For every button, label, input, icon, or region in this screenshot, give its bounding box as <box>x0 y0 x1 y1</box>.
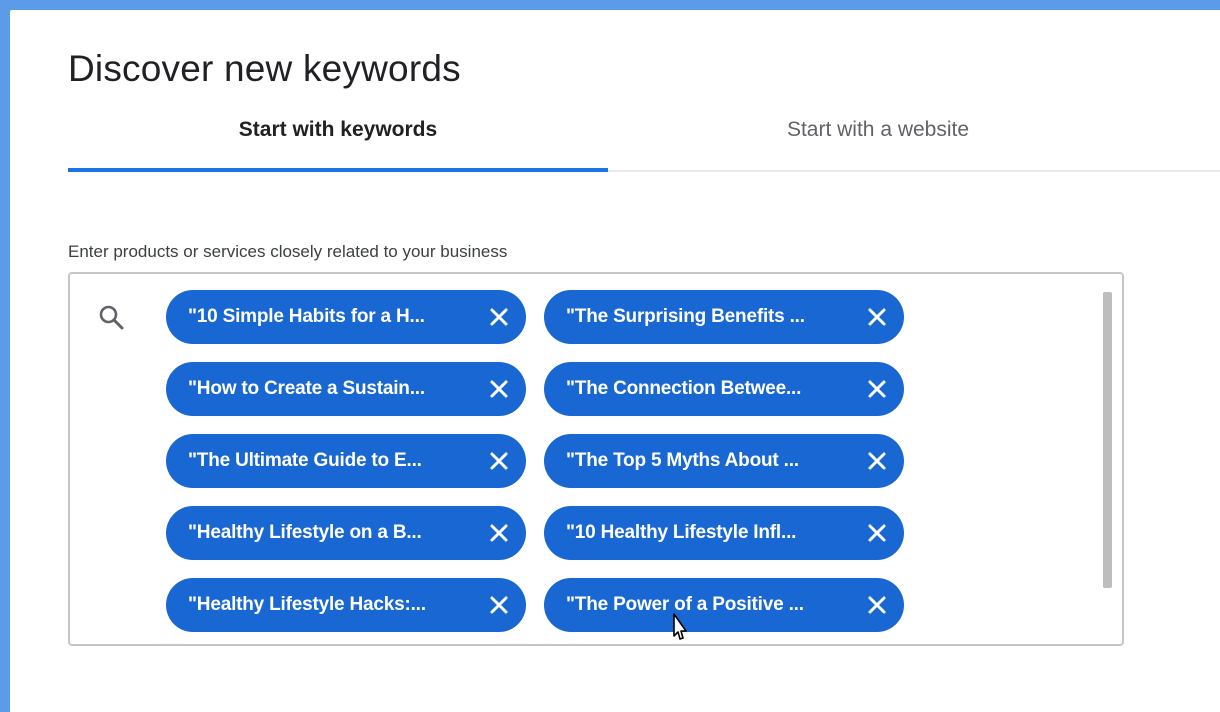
keyword-chip-label: "Healthy Lifestyle Hacks:... <box>188 594 426 615</box>
keyword-chip[interactable]: "Healthy Lifestyle Hacks:... <box>166 578 526 632</box>
search-icon <box>99 305 124 330</box>
page-title: Discover new keywords <box>68 48 461 89</box>
close-icon[interactable] <box>484 302 514 332</box>
keyword-chip-label: "The Surprising Benefits ... <box>566 306 805 327</box>
scrollbar-thumb[interactable] <box>1103 292 1112 588</box>
keyword-chip-list: "10 Simple Habits for a H... "The Surpri… <box>166 290 904 632</box>
keyword-chip-label: "10 Healthy Lifestyle Infl... <box>566 522 797 543</box>
keyword-chip[interactable]: "10 Healthy Lifestyle Infl... <box>544 506 904 560</box>
keyword-chip[interactable]: "The Surprising Benefits ... <box>544 290 904 344</box>
keyword-chip-label: "The Top 5 Myths About ... <box>566 450 799 471</box>
close-icon[interactable] <box>862 590 892 620</box>
keyword-chip[interactable]: "How to Create a Sustain... <box>166 362 526 416</box>
close-icon[interactable] <box>862 518 892 548</box>
keyword-chip-label: "Healthy Lifestyle on a B... <box>188 522 422 543</box>
keyword-chip-label: "The Connection Betwee... <box>566 378 802 399</box>
close-icon[interactable] <box>484 518 514 548</box>
close-icon[interactable] <box>862 302 892 332</box>
close-icon[interactable] <box>484 590 514 620</box>
keywords-input[interactable]: "10 Simple Habits for a H... "The Surpri… <box>68 272 1124 646</box>
keyword-chip-label: "How to Create a Sustain... <box>188 378 425 399</box>
tab-start-with-website[interactable]: Start with a website <box>608 106 1148 170</box>
keyword-chip[interactable]: "Healthy Lifestyle on a B... <box>166 506 526 560</box>
mouse-pointer-icon <box>673 613 687 640</box>
keyword-chip[interactable]: "The Power of a Positive ... <box>544 578 904 632</box>
tab-bar: Start with keywords Start with a website <box>68 106 1220 172</box>
keyword-chip-label: "10 Simple Habits for a H... <box>188 306 425 327</box>
keyword-chip-label: "The Ultimate Guide to E... <box>188 450 422 471</box>
keyword-chip[interactable]: "The Top 5 Myths About ... <box>544 434 904 488</box>
tab-start-with-keywords[interactable]: Start with keywords <box>68 106 608 172</box>
close-icon[interactable] <box>862 374 892 404</box>
keyword-chip-label: "The Power of a Positive ... <box>566 594 804 615</box>
keyword-planner-panel: Discover new keywords Start with keyword… <box>10 10 1220 712</box>
keyword-chip[interactable]: "The Connection Betwee... <box>544 362 904 416</box>
close-icon[interactable] <box>484 374 514 404</box>
keyword-chip[interactable]: "10 Simple Habits for a H... <box>166 290 526 344</box>
keywords-field-label: Enter products or services closely relat… <box>68 242 508 261</box>
close-icon[interactable] <box>484 446 514 476</box>
close-icon[interactable] <box>862 446 892 476</box>
keyword-chip[interactable]: "The Ultimate Guide to E... <box>166 434 526 488</box>
scrollbar[interactable] <box>1103 282 1118 638</box>
